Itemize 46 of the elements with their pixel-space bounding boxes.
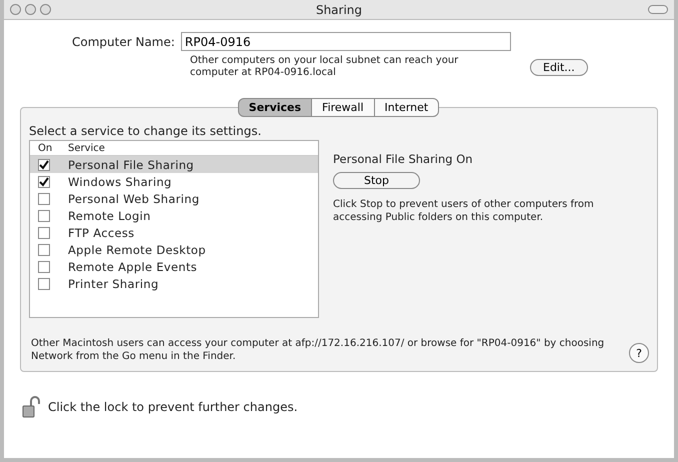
stop-button[interactable]: Stop: [333, 172, 420, 189]
service-row[interactable]: Personal File Sharing: [30, 156, 318, 173]
service-description: Click Stop to prevent users of other computers from accessing Public folders on this computer.: [333, 199, 595, 224]
checkbox[interactable]: [38, 158, 50, 170]
tab[interactable]: Internet: [374, 98, 440, 117]
service-name: Personal File Sharing: [68, 158, 194, 172]
edit-button[interactable]: Edit...: [530, 58, 588, 76]
column-header: Service: [68, 142, 106, 154]
minimize-button[interactable]: [25, 4, 36, 15]
checkbox[interactable]: [38, 244, 50, 256]
service-row[interactable]: Remote Login: [30, 207, 318, 224]
toolbar-toggle-button[interactable]: [648, 5, 668, 14]
service-name: Remote Apple Events: [68, 260, 198, 274]
service-row[interactable]: Personal Web Sharing: [30, 190, 318, 207]
zoom-button[interactable]: [40, 4, 51, 15]
service-name: Personal Web Sharing: [68, 192, 200, 206]
checkbox[interactable]: [38, 278, 50, 290]
checkbox[interactable]: [38, 210, 50, 222]
lock-message: Click the lock to prevent further changes.: [48, 400, 298, 414]
column-header: On: [37, 142, 54, 154]
computer-name-label: Computer Name:: [72, 34, 175, 48]
service-row[interactable]: Apple Remote Desktop: [30, 241, 318, 258]
window-title: Sharing: [316, 2, 362, 16]
service-name: Windows Sharing: [68, 174, 172, 188]
computer-name-field[interactable]: RP04-0916: [180, 32, 511, 51]
service-row[interactable]: Windows Sharing: [30, 173, 318, 190]
checkbox[interactable]: [38, 176, 50, 188]
service-name: Remote Login: [68, 208, 151, 222]
service-name: FTP Access: [68, 226, 134, 240]
instruction-text: Select a service to change its settings.: [29, 124, 262, 138]
checkbox[interactable]: [38, 192, 50, 204]
close-button[interactable]: [10, 4, 21, 15]
checkbox[interactable]: [38, 226, 50, 238]
tab[interactable]: Firewall: [311, 98, 375, 117]
service-name: Printer Sharing: [68, 276, 159, 290]
service-row[interactable]: Printer Sharing: [30, 275, 318, 292]
service-name: Apple Remote Desktop: [68, 242, 206, 256]
access-note: Other Macintosh users can access your computer at afp://172.16.216.107/ or browse for "RP04-0916" by choosing Network from the Go menu in the Finder.: [30, 338, 606, 363]
tab[interactable]: Services: [238, 98, 312, 117]
checkbox[interactable]: [38, 260, 50, 272]
service-status: Personal File Sharing On: [333, 152, 473, 166]
network-address-note: Other computers on your local subnet can reach your computer at RP04-0916.local: [190, 55, 460, 79]
lock-icon[interactable]: [22, 396, 40, 418]
service-row[interactable]: FTP Access: [30, 224, 318, 241]
service-row[interactable]: Remote Apple Events: [30, 258, 318, 275]
help-button[interactable]: ?: [629, 343, 649, 363]
